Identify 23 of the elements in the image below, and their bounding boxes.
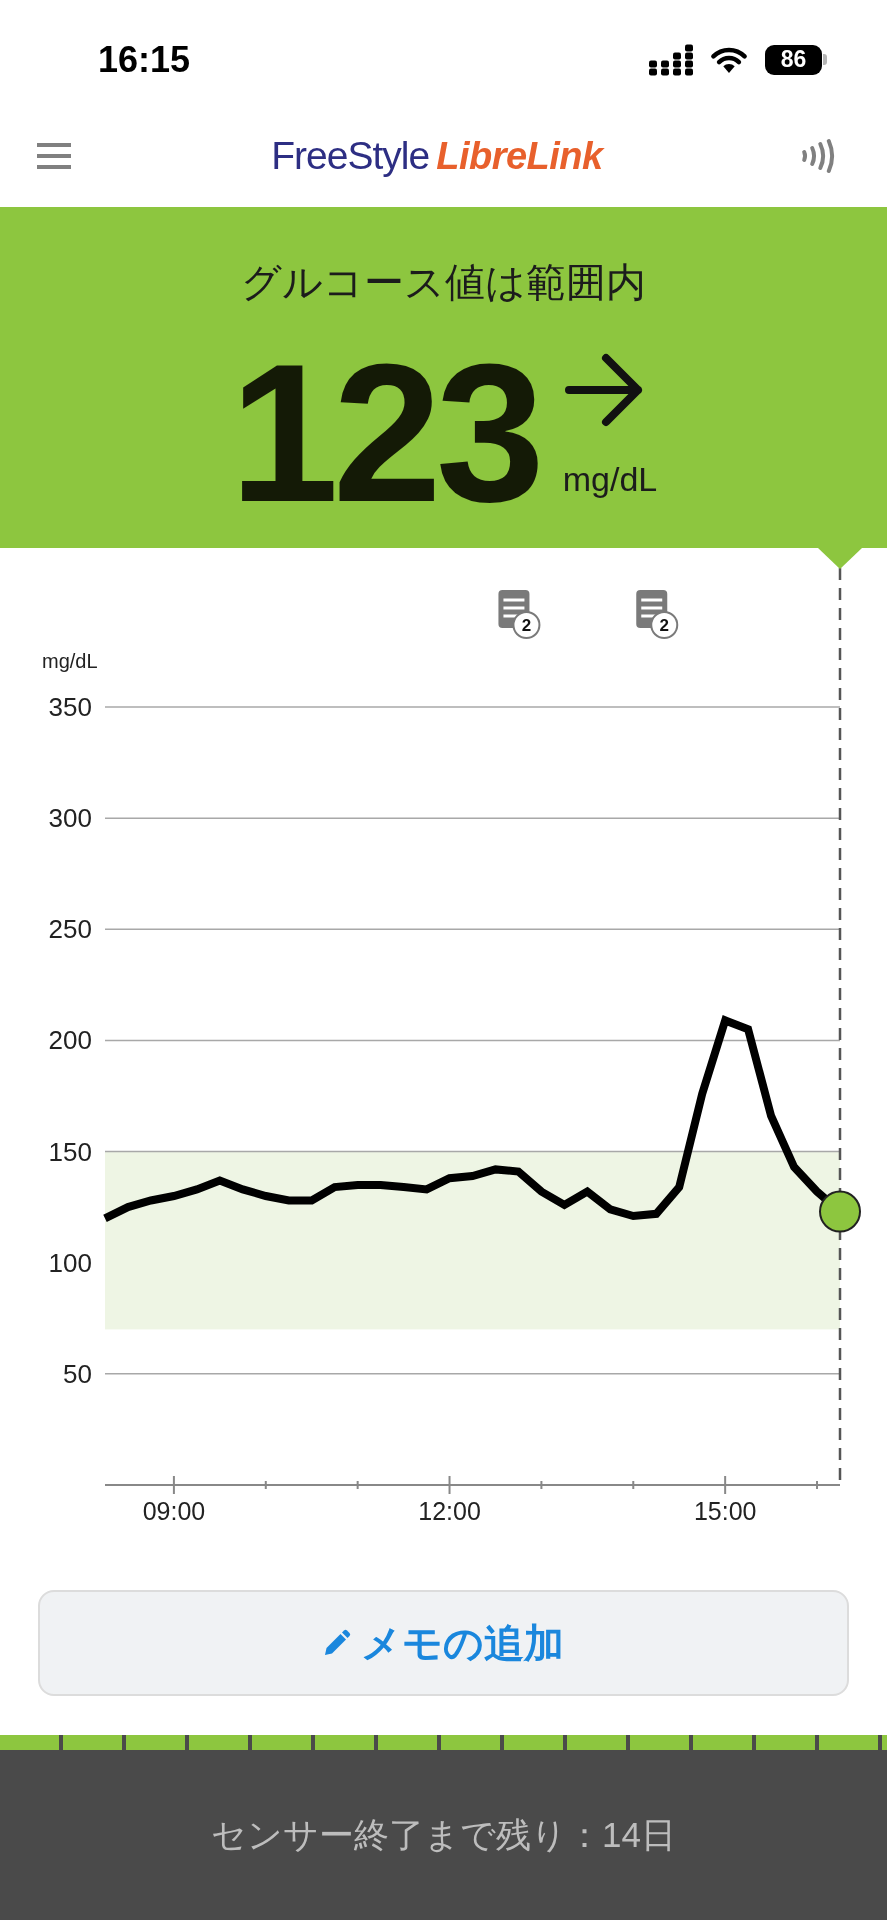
- glucose-unit-text: mg/dL: [562, 459, 658, 499]
- y-axis-label: 350: [48, 692, 92, 722]
- x-axis-label: 15:00: [693, 1497, 757, 1525]
- logo-brand-text: FreeStyle: [271, 134, 430, 178]
- annotation: 2: [521, 616, 532, 635]
- y-axis-label: 50: [63, 1358, 92, 1389]
- sensor-remaining-text: センサー終了まで残り：14日: [211, 1813, 676, 1856]
- note-count-badge: 2: [650, 611, 679, 639]
- y-axis-label: 200: [48, 1025, 92, 1056]
- x-axis-label: 12:00: [418, 1497, 481, 1525]
- annotation: 2: [659, 616, 669, 635]
- y-axis-label: 250: [48, 914, 92, 945]
- glucose-status-text: グルコース値は範囲内: [241, 259, 646, 306]
- status-time: 16:15: [98, 38, 191, 81]
- x-axis-label: 09:00: [142, 1497, 206, 1525]
- y-axis-unit-label: mg/dL: [42, 650, 98, 672]
- logo-product-text: LibreLink: [436, 135, 603, 178]
- battery-indicator: 86: [765, 44, 827, 75]
- y-axis-label: 100: [48, 1247, 92, 1278]
- glucose-value-text: 123: [229, 336, 539, 532]
- y-axis-label: 300: [48, 803, 92, 834]
- note-count-badge: 2: [512, 611, 541, 639]
- y-axis-label: 150: [48, 1136, 92, 1167]
